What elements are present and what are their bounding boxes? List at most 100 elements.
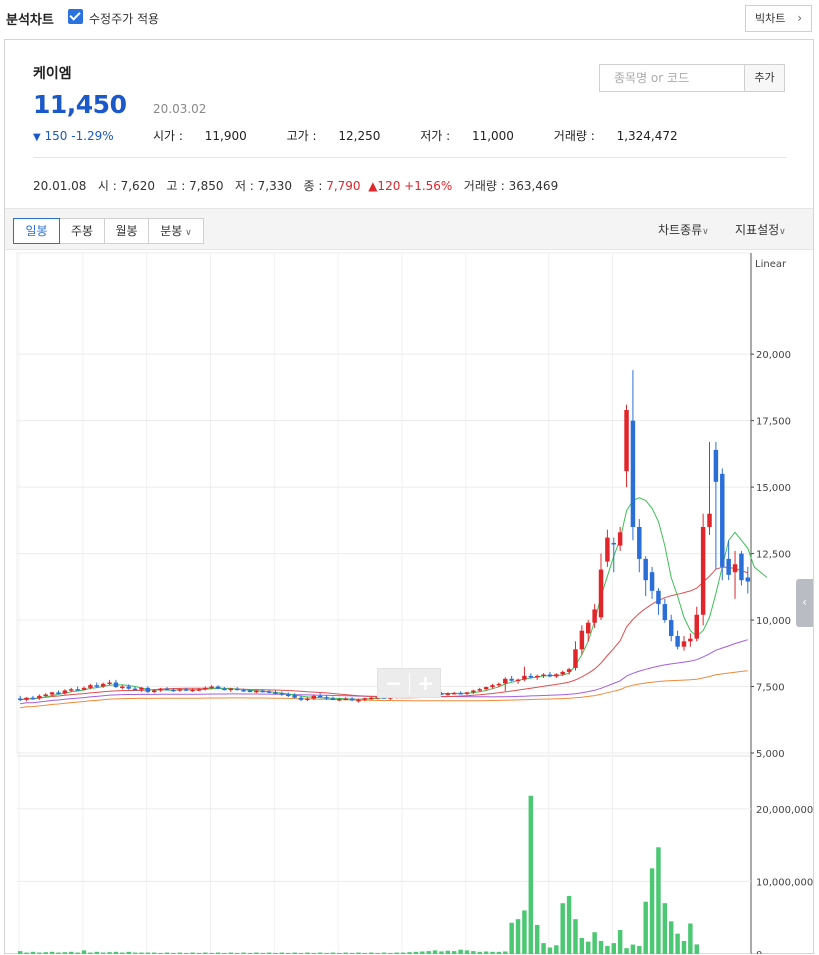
volume-bar	[203, 952, 208, 954]
volume-bar	[305, 952, 310, 954]
candle-body	[356, 699, 361, 702]
candle-body	[209, 686, 214, 689]
tab-monthly[interactable]: 월봉	[104, 218, 149, 244]
candle-body	[247, 690, 253, 693]
candle-body	[120, 686, 125, 689]
volume-bar	[62, 952, 68, 954]
candle-body	[464, 692, 470, 694]
volume-bar	[579, 938, 585, 954]
volume-bar	[254, 952, 259, 954]
candle-body	[286, 694, 291, 697]
volume-bar	[407, 952, 412, 954]
volume-bar	[43, 952, 48, 954]
candle-body	[745, 577, 751, 582]
candle-body	[107, 682, 112, 685]
candle-body	[554, 674, 559, 677]
big-chart-button[interactable]: 빅차트 ›	[745, 5, 812, 32]
candle-body	[254, 690, 259, 693]
candle-body	[222, 688, 227, 691]
hover-open: 7,620	[120, 179, 155, 193]
candle-body	[630, 420, 636, 527]
candle-body	[611, 542, 617, 545]
tab-daily[interactable]: 일봉	[13, 218, 60, 244]
candle-body	[509, 678, 514, 681]
volume-bar	[668, 921, 674, 954]
candle-body	[30, 697, 36, 700]
candle-body	[528, 675, 534, 678]
candle-body	[43, 694, 48, 697]
candle-body	[534, 675, 540, 678]
volume-bar	[490, 951, 495, 954]
volume-bar	[215, 952, 221, 954]
candle-body	[598, 569, 604, 618]
hover-high: 7,850	[189, 179, 224, 193]
price-change-value: 150 -1.29%	[44, 129, 114, 143]
candle-body	[503, 678, 508, 684]
current-price: 11,450	[33, 90, 127, 119]
chart-canvas[interactable]: 10.0710.2211.0511.1912.0312.1701.0301.17…	[5, 251, 813, 954]
volume-bar	[509, 922, 514, 954]
volume-bar	[483, 951, 489, 954]
candle-body	[241, 689, 246, 692]
volume-bar	[75, 952, 80, 954]
volume-bar	[88, 952, 93, 954]
volume-bar	[445, 950, 451, 954]
volume-bar	[49, 951, 55, 954]
hover-low: 7,330	[257, 179, 293, 193]
volume-bar	[528, 795, 534, 954]
volume-bar	[605, 946, 610, 954]
volume-bar	[183, 952, 189, 954]
hover-high-label: 고 :	[166, 179, 190, 193]
stock-search-input[interactable]: 종목명 or 코드	[599, 64, 745, 92]
volume-bar	[541, 943, 546, 954]
candle-body	[343, 698, 348, 700]
volume-bar	[656, 847, 661, 954]
candle-body	[522, 675, 527, 680]
volume-bar	[279, 952, 285, 954]
chevron-right-icon: ›	[797, 11, 802, 25]
candle-body	[490, 685, 495, 688]
volume-bar	[637, 946, 642, 954]
y-tick-label: 5,000	[756, 749, 785, 760]
volume-bar	[496, 951, 502, 954]
volume-bar	[573, 919, 578, 954]
tab-minute[interactable]: 분봉 ∨	[148, 218, 204, 244]
add-stock-button[interactable]: 추가	[744, 64, 785, 92]
chart-type-dropdown[interactable]: 차트종류∨	[658, 221, 709, 238]
volume-bar	[260, 952, 265, 954]
volume-bar	[113, 951, 119, 954]
indicator-settings-dropdown[interactable]: 지표설정∨	[735, 221, 786, 238]
candle-body	[694, 614, 699, 639]
price-volume-chart[interactable]: 10.0710.2211.0511.1912.0312.1701.0301.17…	[5, 251, 813, 954]
candle-body	[566, 669, 572, 672]
volume-bar	[126, 951, 131, 954]
zoom-out-button[interactable]: −	[378, 671, 409, 695]
adjusted-price-label[interactable]: 수정주가 적용	[89, 10, 159, 27]
hover-volume: 363,469	[508, 179, 559, 193]
volume-bar	[586, 941, 591, 954]
volume-bar	[81, 950, 87, 954]
candle-body	[113, 682, 119, 688]
candle-body	[541, 674, 546, 677]
candle-body	[298, 697, 304, 700]
volume-bar	[56, 952, 61, 954]
volume-bar	[145, 952, 151, 954]
volume-bar	[177, 952, 182, 954]
candle-body	[292, 695, 297, 698]
volume-bar	[420, 951, 425, 954]
candle-body	[349, 698, 355, 701]
candle-body	[605, 537, 610, 562]
y-tick-label: 15,000	[756, 483, 791, 494]
hover-close-label: 종 :	[303, 179, 327, 193]
adjusted-price-checkbox[interactable]	[68, 9, 83, 24]
volume-bar	[534, 924, 540, 954]
volume-bar	[273, 952, 278, 954]
big-chart-label: 빅차트	[755, 12, 786, 25]
tab-weekly[interactable]: 주봉	[59, 218, 105, 244]
volume-bar	[394, 952, 399, 954]
candle-body	[643, 558, 648, 581]
zoom-in-button[interactable]: +	[410, 671, 441, 695]
candle-body	[56, 692, 61, 694]
side-panel-toggle[interactable]: ‹	[796, 579, 813, 627]
volume-label: 거래량 :	[553, 129, 599, 143]
